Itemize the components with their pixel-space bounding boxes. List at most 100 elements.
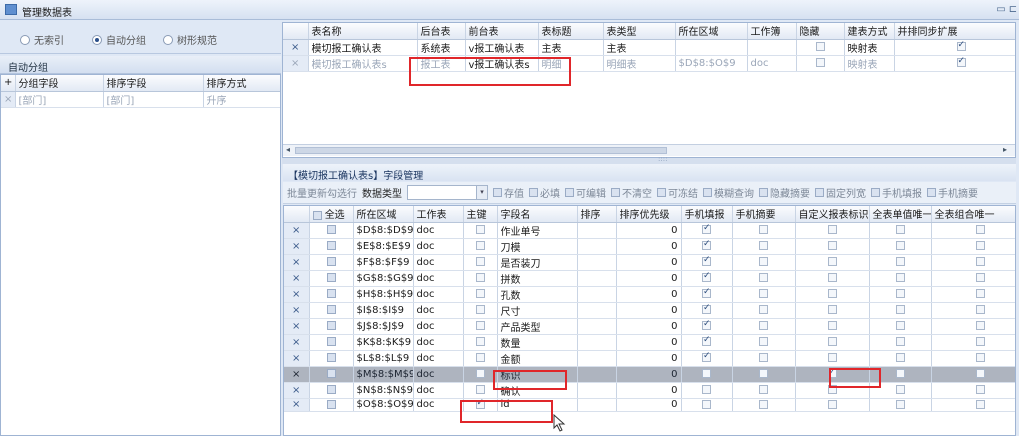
frontend-cell[interactable]: v报工确认表 bbox=[465, 39, 539, 56]
col-sort-priority[interactable]: 排序优先级 bbox=[616, 206, 682, 223]
unique-combo-checkbox[interactable] bbox=[975, 257, 985, 266]
hidden-checkbox[interactable] bbox=[815, 58, 825, 67]
col-table-type[interactable]: 表类型 bbox=[603, 23, 676, 40]
sort-priority-cell[interactable]: 0 bbox=[616, 366, 682, 383]
primary-key-cell[interactable] bbox=[463, 318, 498, 335]
custom-flag-checkbox[interactable] bbox=[827, 321, 837, 330]
checkbox[interactable] bbox=[759, 188, 768, 197]
primary-key-checkbox[interactable] bbox=[475, 225, 485, 234]
mobile-fill-checkbox[interactable] bbox=[702, 385, 711, 394]
select-cell[interactable] bbox=[309, 302, 354, 319]
unique-single-checkbox[interactable] bbox=[895, 225, 905, 234]
region-cell[interactable]: $M$8:$M$9 bbox=[353, 366, 414, 383]
check-mobile-summary[interactable]: 手机摘要 bbox=[927, 185, 978, 200]
sort-cell[interactable] bbox=[577, 302, 617, 319]
mobile-summary-checkbox[interactable] bbox=[759, 369, 768, 378]
row-select-checkbox[interactable] bbox=[326, 289, 336, 298]
unique-single-checkbox[interactable] bbox=[895, 369, 905, 378]
mobile-fill-checkbox[interactable] bbox=[702, 271, 711, 282]
unique-combo-checkbox[interactable] bbox=[975, 273, 985, 282]
unique-combo-cell[interactable] bbox=[931, 286, 1015, 303]
field-name-cell[interactable]: 作业单号 bbox=[497, 222, 578, 239]
sort-cell[interactable] bbox=[577, 270, 617, 287]
mobile-summary-cell[interactable] bbox=[732, 254, 796, 271]
radio-tree[interactable]: 树形规范 bbox=[163, 32, 217, 47]
table-row[interactable]: × $E$8:$E$9 doc 刀模 0 bbox=[284, 238, 1015, 255]
method-cell[interactable]: 映射表 bbox=[844, 39, 895, 56]
custom-flag-checkbox[interactable] bbox=[827, 399, 837, 409]
mobile-fill-checkbox[interactable] bbox=[702, 335, 711, 346]
mobile-fill-cell[interactable] bbox=[681, 350, 733, 367]
checkbox[interactable] bbox=[815, 188, 824, 197]
sort-priority-cell[interactable]: 0 bbox=[616, 302, 682, 319]
region-cell[interactable]: $N$8:$N$9 bbox=[353, 382, 414, 399]
custom-flag-cell[interactable] bbox=[795, 318, 870, 335]
col-sort-order[interactable]: 排序方式 bbox=[203, 75, 280, 92]
primary-key-cell[interactable] bbox=[463, 270, 498, 287]
sheet-cell[interactable]: doc bbox=[413, 270, 464, 287]
select-cell[interactable] bbox=[309, 366, 354, 383]
mobile-fill-checkbox[interactable] bbox=[702, 351, 711, 362]
custom-flag-checkbox[interactable] bbox=[827, 353, 837, 362]
table-row[interactable]: × $L$8:$L$9 doc 金额 0 bbox=[284, 350, 1015, 367]
select-all-checkbox[interactable] bbox=[312, 210, 322, 220]
unique-single-cell[interactable] bbox=[869, 222, 932, 239]
unique-combo-cell[interactable] bbox=[931, 238, 1015, 255]
row-select-checkbox[interactable] bbox=[326, 321, 336, 330]
col-sync-expand[interactable]: 并排同步扩展 bbox=[894, 23, 1015, 40]
select-cell[interactable] bbox=[309, 382, 354, 399]
checkbox[interactable] bbox=[529, 188, 538, 197]
unique-single-cell[interactable] bbox=[869, 238, 932, 255]
delete-row-icon[interactable]: × bbox=[284, 238, 310, 255]
workbook-cell[interactable]: doc bbox=[747, 55, 797, 72]
custom-flag-checkbox[interactable] bbox=[827, 289, 837, 298]
sheet-cell[interactable]: doc bbox=[413, 222, 464, 239]
sync-checkbox[interactable] bbox=[956, 56, 966, 67]
field-name-cell[interactable]: 尺寸 bbox=[497, 302, 578, 319]
sheet-cell[interactable]: doc bbox=[413, 238, 464, 255]
unique-combo-cell[interactable] bbox=[931, 382, 1015, 399]
sort-order-cell[interactable]: 升序 bbox=[203, 91, 280, 108]
table-row[interactable]: × $H$8:$H$9 doc 孔数 0 bbox=[284, 286, 1015, 303]
field-name-cell[interactable]: 数量 bbox=[497, 334, 578, 351]
row-select-checkbox[interactable] bbox=[326, 369, 336, 378]
scroll-right-icon[interactable]: ▸ bbox=[1003, 145, 1007, 154]
datatype-select[interactable] bbox=[407, 185, 477, 200]
unique-single-cell[interactable] bbox=[869, 398, 932, 412]
mobile-summary-cell[interactable] bbox=[732, 286, 796, 303]
primary-key-cell[interactable] bbox=[463, 222, 498, 239]
unique-combo-cell[interactable] bbox=[931, 318, 1015, 335]
checkbox[interactable] bbox=[871, 188, 880, 197]
delete-row-icon[interactable]: × bbox=[283, 39, 309, 56]
unique-combo-cell[interactable] bbox=[931, 350, 1015, 367]
unique-combo-checkbox[interactable] bbox=[975, 241, 985, 250]
unique-combo-checkbox[interactable] bbox=[975, 369, 985, 378]
row-select-checkbox[interactable] bbox=[326, 305, 336, 314]
sort-priority-cell[interactable]: 0 bbox=[616, 318, 682, 335]
table-row[interactable]: × $M$8:$M$9 doc 标识 0 bbox=[284, 366, 1015, 383]
col-hidden[interactable]: 隐藏 bbox=[796, 23, 845, 40]
sort-priority-cell[interactable]: 0 bbox=[616, 238, 682, 255]
check-mobile-fill[interactable]: 手机填报 bbox=[871, 185, 922, 200]
unique-single-checkbox[interactable] bbox=[895, 399, 905, 409]
mobile-summary-cell[interactable] bbox=[732, 318, 796, 335]
sort-cell[interactable] bbox=[577, 382, 617, 399]
col-mobile-fill[interactable]: 手机填报 bbox=[681, 206, 733, 223]
field-name-cell[interactable]: 孔数 bbox=[497, 286, 578, 303]
primary-key-cell[interactable] bbox=[463, 286, 498, 303]
unique-combo-cell[interactable] bbox=[931, 302, 1015, 319]
delete-row-icon[interactable]: × bbox=[284, 222, 310, 239]
sort-priority-cell[interactable]: 0 bbox=[616, 350, 682, 367]
scroll-thumb[interactable] bbox=[295, 147, 667, 154]
custom-flag-cell[interactable] bbox=[795, 286, 870, 303]
type-cell[interactable]: 主表 bbox=[603, 39, 676, 56]
mobile-summary-cell[interactable] bbox=[732, 398, 796, 412]
sync-cell[interactable] bbox=[894, 39, 1015, 56]
select-cell[interactable] bbox=[309, 318, 354, 335]
row-select-checkbox[interactable] bbox=[326, 241, 336, 250]
hidden-cell[interactable] bbox=[796, 55, 845, 72]
mobile-summary-cell[interactable] bbox=[732, 222, 796, 239]
custom-flag-cell[interactable] bbox=[795, 334, 870, 351]
backend-cell[interactable]: 系统表 bbox=[417, 39, 466, 56]
mobile-fill-checkbox[interactable] bbox=[702, 399, 711, 409]
